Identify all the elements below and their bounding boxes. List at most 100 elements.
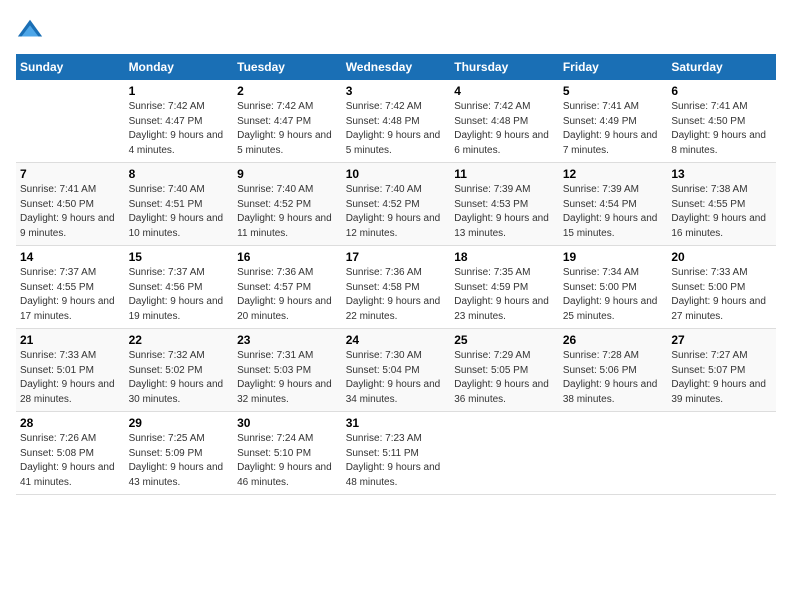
calendar-cell: 26 Sunrise: 7:28 AMSunset: 5:06 PMDayligh… (559, 329, 668, 412)
cell-info: Sunrise: 7:28 AMSunset: 5:06 PMDaylight:… (563, 349, 664, 407)
calendar-cell: 19 Sunrise: 7:34 AMSunset: 5:00 PMDayligh… (559, 246, 668, 329)
calendar-cell: 16 Sunrise: 7:36 AMSunset: 4:57 PMDayligh… (233, 246, 342, 329)
calendar-cell: 6 Sunrise: 7:41 AMSunset: 4:50 PMDaylight… (667, 80, 776, 163)
date-number: 4 (454, 84, 555, 98)
date-number: 21 (20, 333, 121, 347)
date-number: 16 (237, 250, 338, 264)
logo-icon (16, 16, 44, 44)
calendar-week-1: 1 Sunrise: 7:42 AMSunset: 4:47 PMDaylight… (16, 80, 776, 163)
date-number: 15 (129, 250, 230, 264)
cell-info: Sunrise: 7:36 AMSunset: 4:58 PMDaylight:… (346, 266, 447, 324)
calendar-cell: 15Sunrise: 7:37 AMSunset: 4:56 PMDayligh… (125, 246, 234, 329)
calendar-cell: 24 Sunrise: 7:30 AMSunset: 5:04 PMDayligh… (342, 329, 451, 412)
cell-info: Sunrise: 7:41 AMSunset: 4:50 PMDaylight:… (20, 183, 121, 241)
calendar-cell: 27 Sunrise: 7:27 AMSunset: 5:07 PMDayligh… (667, 329, 776, 412)
day-header-wednesday: Wednesday (342, 54, 451, 80)
cell-info: Sunrise: 7:37 AMSunset: 4:55 PMDaylight:… (20, 266, 121, 324)
date-number: 9 (237, 167, 338, 181)
day-header-thursday: Thursday (450, 54, 559, 80)
calendar-cell: 9 Sunrise: 7:40 AMSunset: 4:52 PMDaylight… (233, 163, 342, 246)
date-number: 3 (346, 84, 447, 98)
calendar-cell: 18Sunrise: 7:35 AMSunset: 4:59 PMDayligh… (450, 246, 559, 329)
calendar-cell: 23 Sunrise: 7:31 AMSunset: 5:03 PMDayligh… (233, 329, 342, 412)
calendar-cell: 30Sunrise: 7:24 AMSunset: 5:10 PMDayligh… (233, 412, 342, 495)
cell-info: Sunrise: 7:42 AMSunset: 4:48 PMDaylight:… (346, 100, 447, 158)
cell-info: Sunrise: 7:34 AMSunset: 5:00 PMDaylight:… (563, 266, 664, 324)
cell-info: Sunrise: 7:33 AMSunset: 5:01 PMDaylight:… (20, 349, 121, 407)
cell-info: Sunrise: 7:42 AMSunset: 4:47 PMDaylight:… (237, 100, 338, 158)
calendar-week-2: 7Sunrise: 7:41 AMSunset: 4:50 PMDaylight… (16, 163, 776, 246)
calendar-cell (16, 80, 125, 163)
calendar-cell: 2 Sunrise: 7:42 AMSunset: 4:47 PMDaylight… (233, 80, 342, 163)
cell-info: Sunrise: 7:40 AMSunset: 4:52 PMDaylight:… (346, 183, 447, 241)
calendar-cell: 11 Sunrise: 7:39 AMSunset: 4:53 PMDayligh… (450, 163, 559, 246)
page-header (16, 16, 776, 44)
calendar-header-row: SundayMondayTuesdayWednesdayThursdayFrid… (16, 54, 776, 80)
date-number: 11 (454, 167, 555, 181)
date-number: 5 (563, 84, 664, 98)
date-number: 10 (346, 167, 447, 181)
calendar-cell: 12Sunrise: 7:39 AMSunset: 4:54 PMDayligh… (559, 163, 668, 246)
cell-info: Sunrise: 7:42 AMSunset: 4:48 PMDaylight:… (454, 100, 555, 158)
calendar-cell (667, 412, 776, 495)
calendar-week-5: 28Sunrise: 7:26 AMSunset: 5:08 PMDayligh… (16, 412, 776, 495)
cell-info: Sunrise: 7:31 AMSunset: 5:03 PMDaylight:… (237, 349, 338, 407)
calendar-cell (559, 412, 668, 495)
calendar-week-3: 14 Sunrise: 7:37 AMSunset: 4:55 PMDayligh… (16, 246, 776, 329)
calendar-cell: 1 Sunrise: 7:42 AMSunset: 4:47 PMDaylight… (125, 80, 234, 163)
cell-info: Sunrise: 7:32 AMSunset: 5:02 PMDaylight:… (129, 349, 230, 407)
cell-info: Sunrise: 7:26 AMSunset: 5:08 PMDaylight:… (20, 432, 121, 490)
cell-info: Sunrise: 7:24 AMSunset: 5:10 PMDaylight:… (237, 432, 338, 490)
calendar-cell: 29Sunrise: 7:25 AMSunset: 5:09 PMDayligh… (125, 412, 234, 495)
calendar-cell: 20 Sunrise: 7:33 AMSunset: 5:00 PMDayligh… (667, 246, 776, 329)
date-number: 24 (346, 333, 447, 347)
calendar-cell: 7Sunrise: 7:41 AMSunset: 4:50 PMDaylight… (16, 163, 125, 246)
cell-info: Sunrise: 7:36 AMSunset: 4:57 PMDaylight:… (237, 266, 338, 324)
calendar-cell: 4 Sunrise: 7:42 AMSunset: 4:48 PMDaylight… (450, 80, 559, 163)
calendar-cell: 14 Sunrise: 7:37 AMSunset: 4:55 PMDayligh… (16, 246, 125, 329)
calendar-cell: 25Sunrise: 7:29 AMSunset: 5:05 PMDayligh… (450, 329, 559, 412)
calendar-cell: 13 Sunrise: 7:38 AMSunset: 4:55 PMDayligh… (667, 163, 776, 246)
day-header-friday: Friday (559, 54, 668, 80)
date-number: 20 (671, 250, 772, 264)
day-header-saturday: Saturday (667, 54, 776, 80)
date-number: 8 (129, 167, 230, 181)
date-number: 26 (563, 333, 664, 347)
calendar-cell: 28Sunrise: 7:26 AMSunset: 5:08 PMDayligh… (16, 412, 125, 495)
cell-info: Sunrise: 7:27 AMSunset: 5:07 PMDaylight:… (671, 349, 772, 407)
date-number: 17 (346, 250, 447, 264)
date-number: 14 (20, 250, 121, 264)
calendar-cell: 22 Sunrise: 7:32 AMSunset: 5:02 PMDayligh… (125, 329, 234, 412)
cell-info: Sunrise: 7:41 AMSunset: 4:49 PMDaylight:… (563, 100, 664, 158)
cell-info: Sunrise: 7:42 AMSunset: 4:47 PMDaylight:… (129, 100, 230, 158)
date-number: 2 (237, 84, 338, 98)
date-number: 29 (129, 416, 230, 430)
calendar-table: SundayMondayTuesdayWednesdayThursdayFrid… (16, 54, 776, 495)
cell-info: Sunrise: 7:40 AMSunset: 4:51 PMDaylight:… (129, 183, 230, 241)
date-number: 23 (237, 333, 338, 347)
date-number: 25 (454, 333, 555, 347)
day-header-sunday: Sunday (16, 54, 125, 80)
cell-info: Sunrise: 7:38 AMSunset: 4:55 PMDaylight:… (671, 183, 772, 241)
cell-info: Sunrise: 7:33 AMSunset: 5:00 PMDaylight:… (671, 266, 772, 324)
day-header-monday: Monday (125, 54, 234, 80)
date-number: 19 (563, 250, 664, 264)
calendar-cell: 17 Sunrise: 7:36 AMSunset: 4:58 PMDayligh… (342, 246, 451, 329)
date-number: 22 (129, 333, 230, 347)
date-number: 27 (671, 333, 772, 347)
date-number: 1 (129, 84, 230, 98)
calendar-body: 1 Sunrise: 7:42 AMSunset: 4:47 PMDaylight… (16, 80, 776, 495)
logo (16, 16, 48, 44)
cell-info: Sunrise: 7:40 AMSunset: 4:52 PMDaylight:… (237, 183, 338, 241)
calendar-cell: 21 Sunrise: 7:33 AMSunset: 5:01 PMDayligh… (16, 329, 125, 412)
calendar-cell: 31 Sunrise: 7:23 AMSunset: 5:11 PMDayligh… (342, 412, 451, 495)
calendar-cell: 8 Sunrise: 7:40 AMSunset: 4:51 PMDaylight… (125, 163, 234, 246)
date-number: 31 (346, 416, 447, 430)
date-number: 13 (671, 167, 772, 181)
cell-info: Sunrise: 7:30 AMSunset: 5:04 PMDaylight:… (346, 349, 447, 407)
cell-info: Sunrise: 7:23 AMSunset: 5:11 PMDaylight:… (346, 432, 447, 490)
date-number: 6 (671, 84, 772, 98)
cell-info: Sunrise: 7:41 AMSunset: 4:50 PMDaylight:… (671, 100, 772, 158)
day-header-tuesday: Tuesday (233, 54, 342, 80)
cell-info: Sunrise: 7:39 AMSunset: 4:53 PMDaylight:… (454, 183, 555, 241)
